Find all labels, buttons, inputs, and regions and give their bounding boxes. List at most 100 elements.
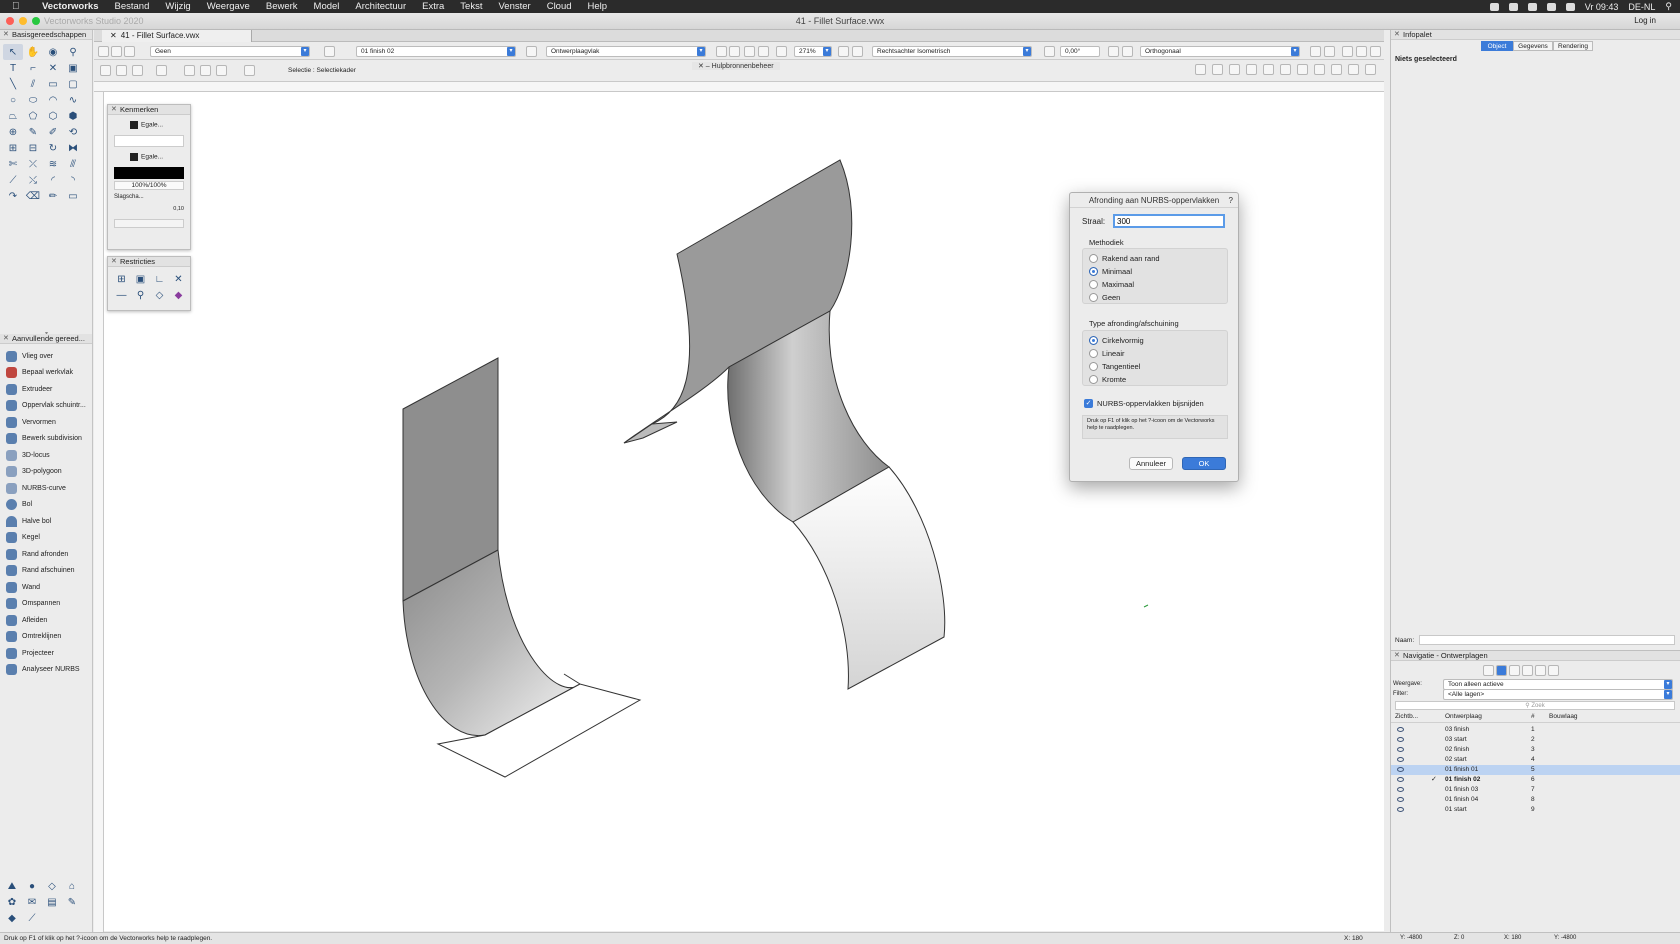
left-surface-object[interactable] xyxy=(402,357,642,778)
table-row[interactable]: 01 start 9 xyxy=(1391,805,1680,815)
pan-tool-icon[interactable]: ✋ xyxy=(23,44,43,60)
name-field[interactable] xyxy=(1419,635,1675,645)
site-tools-icon[interactable]: ⛰ xyxy=(2,878,22,894)
double-line-tool-icon[interactable]: ⫽ xyxy=(23,76,43,92)
tool-deform[interactable]: Vervormen xyxy=(0,414,92,431)
snap-angle-icon[interactable]: ∟ xyxy=(150,271,169,287)
class-icon[interactable] xyxy=(124,46,135,57)
status-icon[interactable] xyxy=(1489,2,1499,11)
eyedropper-tool-icon[interactable]: ⊕ xyxy=(3,124,23,140)
render-icon[interactable] xyxy=(744,46,755,57)
snap-settings-icon[interactable] xyxy=(1365,64,1376,75)
snap-distance-icon[interactable] xyxy=(1263,64,1274,75)
radio-button[interactable] xyxy=(1089,349,1098,358)
tool-hemisphere[interactable]: Halve bol xyxy=(0,513,92,530)
hatch-tool-icon[interactable]: ≋ xyxy=(43,156,63,172)
snap-tangent-icon[interactable]: ⚲ xyxy=(131,287,150,303)
menu-cloud[interactable]: Cloud xyxy=(539,1,580,12)
menu-tekst[interactable]: Tekst xyxy=(452,1,490,12)
selection-mode-icon[interactable] xyxy=(100,65,111,76)
mirror-axis-tool-icon[interactable]: ⧓ xyxy=(63,140,83,156)
menu-bewerk[interactable]: Bewerk xyxy=(258,1,306,12)
type-option-tangential[interactable]: Tangentieel xyxy=(1089,360,1221,373)
tool-chamfer-edge[interactable]: Rand afschuinen xyxy=(0,563,92,580)
chamfer-tool-icon[interactable]: ◜ xyxy=(43,172,63,188)
cloud-icon[interactable] xyxy=(1527,2,1537,11)
fillet-tool-icon[interactable]: ⟲ xyxy=(63,124,83,140)
zoom-icon[interactable] xyxy=(776,46,787,57)
radio-button[interactable] xyxy=(1089,336,1098,345)
close-icon[interactable]: ✕ xyxy=(1394,651,1400,659)
menu-wijzig[interactable]: Wijzig xyxy=(157,1,198,12)
offset-tool-icon[interactable]: ⊟ xyxy=(23,140,43,156)
text-tool-icon[interactable]: T xyxy=(3,60,23,76)
lasso-mode-icon[interactable] xyxy=(200,65,211,76)
detailing-icon[interactable]: ✉ xyxy=(22,894,42,910)
radio-button[interactable] xyxy=(1089,254,1098,263)
tool-contours[interactable]: Omtreklijnen xyxy=(0,629,92,646)
tool-fly-over[interactable]: Vlieg over xyxy=(0,348,92,365)
close-icon[interactable]: ✕ xyxy=(111,257,117,265)
snap-grid-icon[interactable]: ⊞ xyxy=(112,271,131,287)
snap-plane-icon[interactable]: ◆ xyxy=(169,287,188,303)
markup-icon[interactable]: ✎ xyxy=(62,894,82,910)
ok-button[interactable]: OK xyxy=(1182,457,1226,470)
move-mode-icon[interactable] xyxy=(116,65,127,76)
saved-views-icon[interactable] xyxy=(1324,46,1335,57)
menu-model[interactable]: Model xyxy=(306,1,348,12)
type-option-curvature[interactable]: Kromte xyxy=(1089,373,1221,386)
eye-icon[interactable] xyxy=(1397,727,1404,732)
search-field[interactable]: ⚲ Zoek xyxy=(1395,701,1675,710)
tab-object[interactable]: Object xyxy=(1481,41,1513,51)
eye-icon[interactable] xyxy=(1397,777,1404,782)
radio-button[interactable] xyxy=(1089,280,1098,289)
table-row[interactable]: 03 finish 1 xyxy=(1391,725,1680,735)
arrowheads-control[interactable] xyxy=(114,219,184,228)
tool-chamfer-surface[interactable]: Oppervlak schuintr... xyxy=(0,398,92,415)
rectangle-tool-icon[interactable]: ▭ xyxy=(43,76,63,92)
snap-distance-icon[interactable]: — xyxy=(112,287,131,303)
table-row[interactable]: 01 finish 03 7 xyxy=(1391,785,1680,795)
trim-tool-icon[interactable]: ⤫ xyxy=(23,156,43,172)
visible-only-icon[interactable] xyxy=(244,65,255,76)
table-row[interactable]: 03 start 2 xyxy=(1391,735,1680,745)
snap-surface-icon[interactable]: ◇ xyxy=(150,287,169,303)
eye-icon[interactable] xyxy=(1397,767,1404,772)
column-visibility[interactable]: Zichtb... xyxy=(1395,713,1418,720)
standard-view-dropdown[interactable]: Rechtsachter Isometrisch ▾ xyxy=(872,46,1032,57)
polygon-tool-icon[interactable]: ⬠ xyxy=(23,108,43,124)
duplicate-layer-icon[interactable] xyxy=(1535,665,1546,676)
flip-view-icon[interactable] xyxy=(716,46,727,57)
tool-shell[interactable]: Wand xyxy=(0,579,92,596)
landscape-icon[interactable]: ✿ xyxy=(2,894,22,910)
volume-icon[interactable] xyxy=(1565,2,1575,11)
furniture-icon[interactable]: ⌂ xyxy=(62,878,82,894)
snap-angle-icon[interactable] xyxy=(1229,64,1240,75)
tool-loft[interactable]: Omspannen xyxy=(0,596,92,613)
symbol-tool-icon[interactable]: ▣ xyxy=(63,60,83,76)
radius-input[interactable] xyxy=(1113,214,1225,228)
line-weight-field[interactable]: 0,10 xyxy=(114,206,184,215)
render-settings-icon[interactable] xyxy=(1122,46,1133,57)
connect-tool-icon[interactable]: ⟋ xyxy=(3,172,23,188)
extend-tool-icon[interactable]: ⤯ xyxy=(23,172,43,188)
rotate-tool-icon[interactable]: ↻ xyxy=(43,140,63,156)
menu-extra[interactable]: Extra xyxy=(414,1,452,12)
shadow-label[interactable]: Slagscha... xyxy=(114,194,144,200)
radio-button[interactable] xyxy=(1089,375,1098,384)
plane-dropdown[interactable]: Ontwerplaagvlak ▾ xyxy=(546,46,706,57)
tab-data[interactable]: Gegevens xyxy=(1513,41,1553,51)
active-class-dropdown[interactable]: Geen ▾ xyxy=(150,46,310,57)
callout-tool-icon[interactable]: ⌐ xyxy=(23,60,43,76)
clip-tool-icon[interactable]: ⊞ xyxy=(3,140,23,156)
tool-analyze-nurbs[interactable]: Analyseer NURBS xyxy=(0,662,92,679)
radio-button[interactable] xyxy=(1089,267,1098,276)
snap-objects-icon[interactable] xyxy=(156,65,167,76)
table-row[interactable]: 02 start 4 xyxy=(1391,755,1680,765)
snap-working-plane-icon[interactable] xyxy=(1314,64,1325,75)
trim-checkbox-row[interactable]: ✓ NURBS-oppervlakken bijsnijden xyxy=(1084,399,1204,408)
column-number[interactable]: # xyxy=(1531,713,1535,720)
right-surface-object[interactable] xyxy=(623,159,946,690)
resource-manager-tab[interactable]: ✕ – Hulpbronnenbeheer xyxy=(692,62,780,70)
snap-object-icon[interactable] xyxy=(1212,64,1223,75)
